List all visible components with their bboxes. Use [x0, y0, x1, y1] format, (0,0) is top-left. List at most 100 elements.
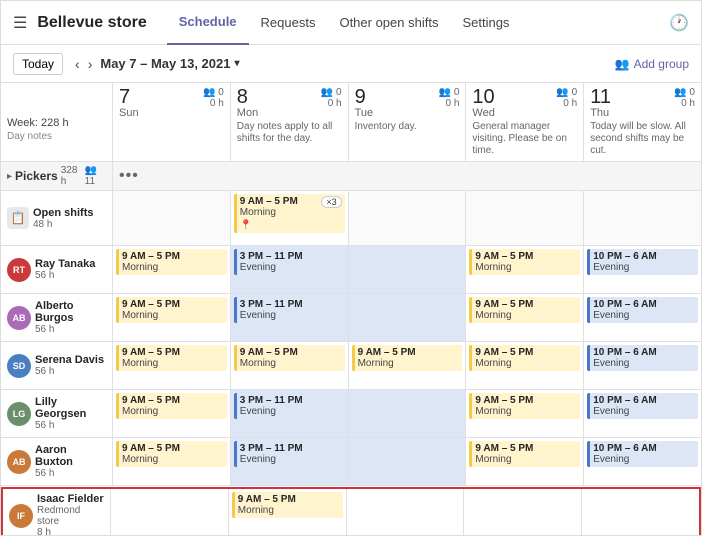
cell-ray-sun[interactable]: 9 AM – 5 PM Morning [113, 246, 231, 293]
cell-ab-sun[interactable]: 9 AM – 5 PM Morning [113, 294, 231, 341]
person-hours-ray: 56 h [35, 270, 95, 281]
cell-lilly-wed[interactable]: 9 AM – 5 PM Morning [466, 390, 584, 437]
person-hours-isaac: 8 h [37, 527, 104, 536]
day-stats-8: 👥 0 0 h [321, 87, 342, 109]
shift-open-mon[interactable]: 9 AM – 5 PM Morning ×3 📍 [234, 194, 345, 233]
day-note-11: Today will be slow. All second shifts ma… [590, 121, 695, 157]
cell-aaron-wed[interactable]: 9 AM – 5 PM Morning [466, 438, 584, 485]
cell-ab-tue[interactable] [349, 294, 467, 341]
cell-lilly-tue[interactable] [349, 390, 467, 437]
open-shifts-mon[interactable]: 9 AM – 5 PM Morning ×3 📍 [231, 191, 349, 245]
person-name-serena: Serena Davis [35, 354, 104, 366]
clock-icon[interactable]: 🕐 [669, 15, 689, 32]
day-name-10: Wed [472, 107, 494, 119]
cell-lilly-sun[interactable]: 9 AM – 5 PM Morning [113, 390, 231, 437]
person-info-ray: RT Ray Tanaka 56 h [1, 246, 113, 293]
cell-ab-wed[interactable]: 9 AM – 5 PM Morning [466, 294, 584, 341]
tab-settings[interactable]: Settings [450, 1, 521, 45]
day-number-7: 7 [119, 87, 139, 107]
prev-arrow[interactable]: ‹ [71, 54, 84, 74]
add-group-button[interactable]: 👥 Add group [615, 57, 689, 71]
day-stats-11: 👥 0 0 h [674, 87, 695, 109]
open-shifts-name: Open shifts [33, 207, 94, 219]
cell-aaron-thu[interactable]: 10 PM – 6 AM Evening [584, 438, 701, 485]
open-shifts-thu[interactable] [584, 191, 701, 245]
cell-ray-wed[interactable]: 9 AM – 5 PM Morning [466, 246, 584, 293]
person-name-isaac: Isaac Fielder [37, 493, 104, 505]
pickers-group-left: ▸ Pickers 328 h 👥 11 [1, 162, 113, 190]
app-header: ☰ Bellevue store Schedule Requests Other… [1, 1, 701, 45]
person-hours-alberto: 56 h [35, 324, 106, 335]
cell-ray-tue[interactable] [349, 246, 467, 293]
header-right: 🕐 [669, 13, 689, 33]
cell-serena-mon[interactable]: 9 AM – 5 PM Morning [231, 342, 349, 389]
day-number-9: 9 [355, 87, 374, 107]
avatar-lilly: LG [7, 402, 31, 426]
cell-aaron-sun[interactable]: 9 AM – 5 PM Morning [113, 438, 231, 485]
schedule-grid: Week: 228 h Day notes 7 Sun 👥 0 0 h [1, 83, 701, 536]
tab-schedule[interactable]: Schedule [167, 1, 249, 45]
cell-serena-thu[interactable]: 10 PM – 6 AM Evening [584, 342, 701, 389]
shift-label: Morning [240, 207, 298, 218]
more-icon[interactable]: ••• [119, 167, 139, 185]
week-info: Week: 228 h Day notes [1, 83, 113, 161]
hamburger-icon[interactable]: ☰ [13, 13, 27, 33]
open-shifts-wed[interactable] [466, 191, 584, 245]
open-shifts-info: 📋 Open shifts 48 h [1, 191, 113, 245]
cell-isaac-mon[interactable]: 9 AM – 5 PM Morning [229, 489, 347, 536]
person-row-isaac: IF Isaac Fielder Redmond store 8 h 9 AM … [1, 487, 701, 536]
day-name-8: Mon [237, 107, 258, 119]
open-shifts-row: 📋 Open shifts 48 h 9 AM – 5 PM [1, 191, 701, 246]
cell-aaron-tue[interactable] [349, 438, 467, 485]
avatar-ray: RT [7, 258, 31, 282]
tab-requests[interactable]: Requests [249, 1, 328, 45]
cell-isaac-tue[interactable] [347, 489, 465, 536]
person-row-aaron: AB Aaron Buxton 56 h 9 AM – 5 PM Morning [1, 438, 701, 486]
cell-serena-wed[interactable]: 9 AM – 5 PM Morning [466, 342, 584, 389]
cell-aaron-mon[interactable]: 3 PM – 11 PM Evening [231, 438, 349, 485]
collapse-icon[interactable]: ▸ [7, 171, 12, 182]
person-name-ray: Ray Tanaka [35, 258, 95, 270]
day-notes-label: Day notes [7, 131, 106, 142]
avatar-serena: SD [7, 354, 31, 378]
cell-serena-tue[interactable]: 9 AM – 5 PM Morning [349, 342, 467, 389]
person-row-alberto: AB Alberto Burgos 56 h 9 AM – 5 PM Morni… [1, 294, 701, 342]
cell-isaac-sun[interactable] [111, 489, 229, 536]
person-row-ray: RT Ray Tanaka 56 h 9 AM – 5 PM Morning [1, 246, 701, 294]
shift-time: 9 AM – 5 PM [240, 196, 298, 207]
open-shifts-tue[interactable] [349, 191, 467, 245]
nav-tabs: Schedule Requests Other open shifts Sett… [167, 1, 522, 45]
pickers-more: ••• [113, 164, 701, 188]
person-hours-serena: 56 h [35, 366, 104, 377]
day-header-11: 11 Thu 👥 0 0 h Today will be slow. All s… [584, 83, 701, 161]
tab-other-open-shifts[interactable]: Other open shifts [327, 1, 450, 45]
person-info-aaron: AB Aaron Buxton 56 h [1, 438, 113, 485]
day-note-10: General manager visiting. Please be on t… [472, 121, 577, 157]
day-header-9: 9 Tue 👥 0 0 h Inventory day. [349, 83, 467, 161]
cell-isaac-thu[interactable] [582, 489, 699, 536]
day-headers-row: Week: 228 h Day notes 7 Sun 👥 0 0 h [1, 83, 701, 162]
cell-serena-sun[interactable]: 9 AM – 5 PM Morning [113, 342, 231, 389]
person-row-lilly: LG Lilly Georgsen 56 h 9 AM – 5 PM Morni… [1, 390, 701, 438]
person-hours-lilly: 56 h [35, 420, 106, 431]
date-range[interactable]: May 7 – May 13, 2021 ▾ [100, 56, 239, 71]
cell-lilly-thu[interactable]: 10 PM – 6 AM Evening [584, 390, 701, 437]
cell-isaac-wed[interactable] [464, 489, 582, 536]
person-info-lilly: LG Lilly Georgsen 56 h [1, 390, 113, 437]
open-shifts-sun[interactable] [113, 191, 231, 245]
toolbar: Today ‹ › May 7 – May 13, 2021 ▾ 👥 Add g… [1, 45, 701, 83]
cell-ab-thu[interactable]: 10 PM – 6 AM Evening [584, 294, 701, 341]
app-title: Bellevue store [37, 14, 146, 32]
cell-lilly-mon[interactable]: 3 PM – 11 PM Evening [231, 390, 349, 437]
avatar-isaac: IF [9, 504, 33, 528]
next-arrow[interactable]: › [84, 54, 97, 74]
day-header-10: 10 Wed 👥 0 0 h General manager visiting.… [466, 83, 584, 161]
person-name-lilly: Lilly Georgsen [35, 396, 106, 420]
cell-ab-mon[interactable]: 3 PM – 11 PM Evening [231, 294, 349, 341]
person-name-alberto: Alberto Burgos [35, 300, 106, 324]
avatar-alberto: AB [7, 306, 31, 330]
cell-ray-mon[interactable]: 3 PM – 11 PM Evening [231, 246, 349, 293]
today-button[interactable]: Today [13, 53, 63, 75]
person-info-isaac: IF Isaac Fielder Redmond store 8 h [3, 489, 111, 536]
cell-ray-thu[interactable]: 10 PM – 6 AM Evening [584, 246, 701, 293]
